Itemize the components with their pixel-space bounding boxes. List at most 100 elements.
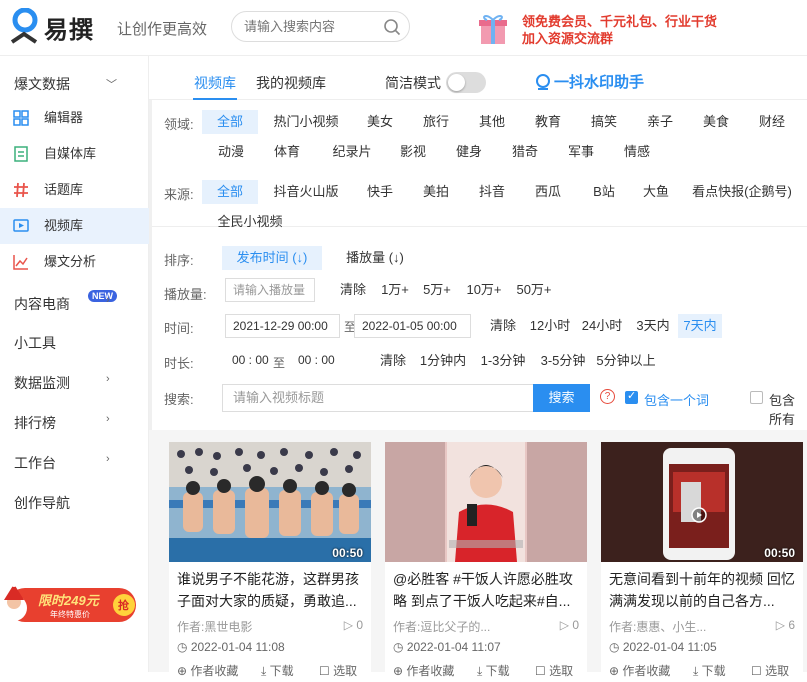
tab-my-video-library[interactable]: 我的视频库 <box>256 73 326 93</box>
source-chip[interactable]: 美拍 <box>420 180 452 204</box>
source-chip[interactable]: 全民小视频 <box>214 210 286 234</box>
source-chip[interactable]: 抖音火山版 <box>270 180 342 204</box>
source-chip[interactable]: 西瓜 <box>532 180 564 204</box>
plays-option[interactable]: 50万+ <box>514 278 554 302</box>
logo-icon[interactable] <box>10 8 40 44</box>
domain-chip[interactable]: 影视 <box>396 140 430 164</box>
video-title[interactable]: 无意间看到十前年的视频 回忆满满发现以前的自己各方... <box>609 568 797 612</box>
time-end-input[interactable]: 2022-01-05 00:00 <box>354 314 471 338</box>
domain-chip[interactable]: 美女 <box>364 110 396 134</box>
logo-text[interactable]: 易撰 <box>44 10 94 45</box>
source-chip[interactable]: B站 <box>588 180 620 204</box>
sidebar-group-tools[interactable]: 小工具 <box>14 333 56 353</box>
source-chip[interactable]: 抖音 <box>476 180 508 204</box>
plays-input[interactable]: 请输入播放量 <box>225 278 315 302</box>
sidebar-group-viral[interactable]: 爆文数据 <box>14 74 70 94</box>
sidebar-group-monitoring[interactable]: 数据监测 <box>14 373 70 393</box>
chevron-right-icon[interactable]: › <box>106 294 110 306</box>
time-option[interactable]: 3天内 <box>634 314 672 338</box>
domain-chip[interactable]: 美食 <box>700 110 732 134</box>
simple-mode-toggle[interactable] <box>446 72 486 93</box>
duration-option[interactable]: 清除 <box>376 349 410 373</box>
duration-option[interactable]: 5分钟以上 <box>596 349 656 373</box>
domain-chip[interactable]: 其他 <box>476 110 508 134</box>
plays-option[interactable]: 1万+ <box>378 278 412 302</box>
chevron-right-icon[interactable]: › <box>106 413 110 425</box>
sidebar-group-rankings[interactable]: 排行榜 <box>14 413 56 433</box>
sidebar-group-ecommerce[interactable]: 内容电商 NEW <box>14 290 117 314</box>
tab-video-library[interactable]: 视频库 <box>194 73 236 93</box>
sidebar-item-topics[interactable]: 话题库 <box>0 172 149 208</box>
domain-chip[interactable]: 搞笑 <box>588 110 620 134</box>
domain-chip[interactable]: 健身 <box>452 140 486 164</box>
download-button[interactable]: ⤓ 下载 <box>261 662 294 679</box>
chevron-right-icon[interactable]: › <box>106 453 110 465</box>
video-card[interactable]: 00:50 无意间看到十前年的视频 回忆满满发现以前的自己各方... 作者:惠惠… <box>601 442 803 682</box>
video-card[interactable]: 00:50 谁说男子不能花游，这群男孩子面对大家的质疑，勇敢追... 作者:黑世… <box>169 442 371 682</box>
time-start-input[interactable]: 2021-12-29 00:00 <box>225 314 340 338</box>
domain-chip[interactable]: 猎奇 <box>508 140 542 164</box>
domain-chip[interactable]: 教育 <box>532 110 564 134</box>
global-search[interactable] <box>231 11 410 42</box>
sidebar-group-workbench[interactable]: 工作台 <box>14 453 56 473</box>
include-one-checkbox[interactable] <box>625 389 638 404</box>
video-title[interactable]: 谁说男子不能花游，这群男孩子面对大家的质疑，勇敢追... <box>177 568 365 612</box>
help-icon[interactable]: ? <box>600 389 615 404</box>
source-chip[interactable]: 大鱼 <box>636 180 676 204</box>
source-chip[interactable]: 快手 <box>364 180 396 204</box>
sidebar-item-video-library[interactable]: 视频库 <box>0 208 149 244</box>
video-author[interactable]: 作者:黑世电影 <box>177 618 252 635</box>
sidebar-item-media-library[interactable]: 自媒体库 <box>0 136 149 172</box>
sort-publish-time[interactable]: 发布时间 (↓) <box>222 246 322 270</box>
sale-banner[interactable]: 限时249元 年终特惠价 抢 <box>0 578 143 630</box>
video-thumbnail[interactable] <box>601 442 803 562</box>
watermark-helper-link[interactable]: 一抖水印助手 <box>535 71 644 92</box>
sort-plays[interactable]: 播放量 (↓) <box>340 246 410 270</box>
collect-author-button[interactable]: ⊕ 作者收藏 <box>177 662 238 679</box>
video-thumbnail[interactable] <box>385 442 587 562</box>
source-chip[interactable]: 看点快报(企鹅号) <box>692 180 792 204</box>
select-checkbox[interactable]: ☐ 选取 <box>535 662 573 679</box>
collect-author-button[interactable]: ⊕ 作者收藏 <box>609 662 670 679</box>
duration-option[interactable]: 1分钟内 <box>418 349 468 373</box>
download-button[interactable]: ⤓ 下载 <box>477 662 510 679</box>
domain-chip[interactable]: 体育 <box>270 140 304 164</box>
source-chip[interactable]: 全部 <box>202 180 258 204</box>
domain-chip[interactable]: 动漫 <box>214 140 248 164</box>
video-search-input[interactable]: 请输入视频标题 <box>222 384 533 412</box>
search-icon[interactable] <box>383 18 401 36</box>
domain-chip[interactable]: 情感 <box>620 140 654 164</box>
chevron-down-icon[interactable]: ﹀ <box>106 76 117 92</box>
sidebar-item-editor[interactable]: 编辑器 <box>0 100 149 136</box>
duration-start-input[interactable]: 00 : 00 <box>225 349 269 373</box>
sidebar-item-viral-analysis[interactable]: 爆文分析 <box>0 244 149 280</box>
video-author[interactable]: 作者:逗比父子的... <box>393 618 490 635</box>
domain-chip[interactable]: 全部 <box>202 110 258 134</box>
domain-chip[interactable]: 财经 <box>756 110 788 134</box>
time-option[interactable]: 24小时 <box>580 314 624 338</box>
sidebar-group-nav[interactable]: 创作导航 <box>14 493 70 513</box>
time-option[interactable]: 7天内 <box>678 314 722 338</box>
video-title[interactable]: @必胜客 #干饭人许愿必胜攻略 到点了干饭人吃起来#自... <box>393 568 581 612</box>
domain-chip[interactable]: 热门小视频 <box>270 110 342 134</box>
collect-author-button[interactable]: ⊕ 作者收藏 <box>393 662 454 679</box>
time-option[interactable]: 清除 <box>486 314 520 338</box>
plays-option[interactable]: 5万+ <box>420 278 454 302</box>
duration-end-input[interactable]: 00 : 00 <box>291 349 335 373</box>
video-author[interactable]: 作者:惠惠、小生... <box>609 618 706 635</box>
global-search-input[interactable] <box>244 19 384 34</box>
duration-option[interactable]: 1-3分钟 <box>478 349 528 373</box>
duration-option[interactable]: 3-5分钟 <box>538 349 588 373</box>
search-button[interactable]: 搜索 <box>533 384 590 412</box>
promo-banner[interactable]: 领免费会员、千元礼包、行业干货 加入资源交流群 <box>475 8 717 48</box>
chevron-right-icon[interactable]: › <box>106 373 110 385</box>
domain-chip[interactable]: 军事 <box>564 140 598 164</box>
plays-option[interactable]: 10万+ <box>464 278 504 302</box>
select-checkbox[interactable]: ☐ 选取 <box>319 662 357 679</box>
time-option[interactable]: 12小时 <box>528 314 572 338</box>
domain-chip[interactable]: 旅行 <box>420 110 452 134</box>
select-checkbox[interactable]: ☐ 选取 <box>751 662 789 679</box>
domain-chip[interactable]: 纪录片 <box>328 140 376 164</box>
download-button[interactable]: ⤓ 下载 <box>693 662 726 679</box>
video-thumbnail[interactable] <box>169 442 371 562</box>
